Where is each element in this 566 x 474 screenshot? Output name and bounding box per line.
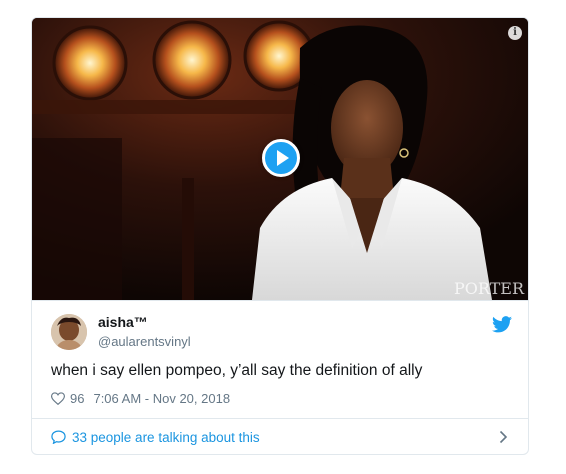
timestamp[interactable]: 7:06 AM - Nov 20, 2018	[93, 391, 230, 406]
heart-icon[interactable]	[51, 392, 65, 405]
user-handle[interactable]: @aularentsvinyl	[98, 334, 191, 349]
conversation-link[interactable]: 33 people are talking about this	[32, 418, 528, 454]
play-icon	[277, 150, 289, 166]
conversation-text[interactable]: 33 people are talking about this	[72, 430, 260, 445]
like-count[interactable]: 96	[70, 391, 84, 406]
video-thumbnail[interactable]: i PORTER	[32, 18, 528, 300]
chevron-right-icon[interactable]	[499, 430, 508, 444]
tweet-text: when i say ellen pompeo, y’all say the d…	[51, 362, 423, 379]
tweet-meta: 96 7:06 AM - Nov 20, 2018	[51, 391, 230, 406]
twitter-bird-icon[interactable]	[492, 316, 512, 333]
conversation-icon	[51, 430, 66, 444]
info-icon[interactable]: i	[508, 26, 522, 40]
tweet-body: aisha™ @aularentsvinyl when i say ellen …	[32, 300, 528, 410]
avatar[interactable]	[51, 314, 87, 350]
display-name[interactable]: aisha™	[98, 314, 148, 330]
video-watermark: PORTER	[453, 279, 524, 298]
embedded-tweet-card: i PORTER aisha™ @aularentsvinyl when i s…	[31, 17, 529, 455]
play-button[interactable]	[262, 139, 300, 177]
